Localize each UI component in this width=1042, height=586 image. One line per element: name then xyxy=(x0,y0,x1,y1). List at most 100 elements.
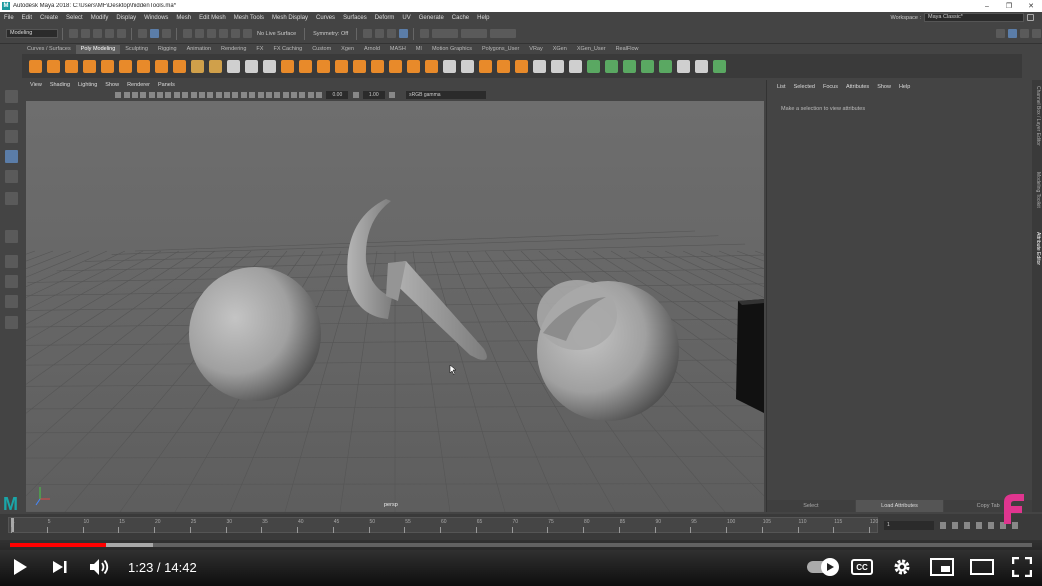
shelf-tab-custom[interactable]: Custom xyxy=(307,45,336,54)
rotate-tool-icon[interactable] xyxy=(5,170,18,183)
step-back-frame-icon[interactable] xyxy=(964,522,970,529)
attribute-editor-toggle-icon[interactable] xyxy=(1007,29,1017,38)
color-management-icon[interactable] xyxy=(388,92,395,98)
time-ruler[interactable]: 1 5 10 15 20 25 30 35 40 45 50 55 60 65 70 75 80 85 90 95 10… xyxy=(8,517,878,533)
menu-mesh[interactable]: Mesh xyxy=(172,15,195,21)
safe-title-icon[interactable] xyxy=(198,92,205,98)
shelf-tab-xgen[interactable]: Xgen xyxy=(336,45,359,54)
viewport-panel[interactable]: View Shading Lighting Show Renderer Panels xyxy=(26,80,764,512)
lights-icon[interactable] xyxy=(232,92,239,98)
shelf-tab-realflow[interactable]: RealFlow xyxy=(611,45,644,54)
poly-cube-icon[interactable] xyxy=(46,59,60,73)
dark-cube[interactable] xyxy=(736,299,764,413)
attr-menu-attributes[interactable]: Attributes xyxy=(842,84,873,90)
attr-menu-help[interactable]: Help xyxy=(895,84,914,90)
step-back-key-icon[interactable] xyxy=(952,522,958,529)
current-frame-field[interactable]: 1 xyxy=(884,521,934,530)
boolean-union-icon[interactable] xyxy=(280,59,294,73)
view-transform-dropdown[interactable]: sRGB gamma xyxy=(406,91,487,99)
input-field-icon[interactable] xyxy=(419,29,429,38)
menu-display[interactable]: Display xyxy=(112,15,140,21)
menu-set-dropdown[interactable]: Modeling xyxy=(6,29,58,38)
collapse-icon[interactable] xyxy=(514,59,528,73)
menu-windows[interactable]: Windows xyxy=(140,15,172,21)
isolate-select-icon[interactable] xyxy=(282,92,289,98)
video-progress-bar[interactable] xyxy=(10,543,1032,547)
play-forwards-icon[interactable] xyxy=(988,522,994,529)
shelf-tab-mi[interactable]: MI xyxy=(411,45,427,54)
resolution-gate-icon[interactable] xyxy=(165,92,172,98)
attr-menu-selected[interactable]: Selected xyxy=(790,84,819,90)
shelf-tab-vray[interactable]: VRay xyxy=(524,45,547,54)
fill-hole-icon[interactable] xyxy=(406,59,420,73)
uv-cut-icon[interactable] xyxy=(712,59,726,73)
menu-mesh-display[interactable]: Mesh Display xyxy=(268,15,312,21)
shadows-icon[interactable] xyxy=(240,92,247,98)
uv-layout-icon[interactable] xyxy=(676,59,690,73)
ambient-occlusion-icon[interactable] xyxy=(249,92,256,98)
poly-sphere-icon[interactable] xyxy=(28,59,42,73)
menu-file[interactable]: File xyxy=(0,15,18,21)
uv-cylindrical-icon[interactable] xyxy=(604,59,618,73)
xray-joints-icon[interactable] xyxy=(299,92,306,98)
quad-draw-icon[interactable] xyxy=(532,59,546,73)
select-hierarchy-icon[interactable] xyxy=(137,29,147,38)
make-live-icon[interactable] xyxy=(242,29,252,38)
render-settings-icon[interactable] xyxy=(398,29,408,38)
menu-create[interactable]: Create xyxy=(36,15,62,21)
outliner-layout-icon[interactable] xyxy=(5,316,18,329)
menu-select[interactable]: Select xyxy=(62,15,87,21)
undo-icon[interactable] xyxy=(104,29,114,38)
target-weld-icon[interactable] xyxy=(478,59,492,73)
extrude-icon[interactable] xyxy=(352,59,366,73)
menu-modify[interactable]: Modify xyxy=(87,15,113,21)
play-backwards-icon[interactable] xyxy=(976,522,982,529)
boolean-intersection-icon[interactable] xyxy=(316,59,330,73)
textured-icon[interactable] xyxy=(224,92,231,98)
history-icon[interactable] xyxy=(362,29,372,38)
snap-grid-icon[interactable] xyxy=(182,29,192,38)
snap-point-icon[interactable] xyxy=(206,29,216,38)
xray-components-icon[interactable] xyxy=(307,92,314,98)
uv-editor-icon[interactable] xyxy=(658,59,672,73)
shelf-tab-rendering[interactable]: Rendering xyxy=(216,45,251,54)
uv-unfold-icon[interactable] xyxy=(694,59,708,73)
workspace-dropdown[interactable]: Maya Classic* xyxy=(924,13,1024,22)
snap-view-icon[interactable] xyxy=(230,29,240,38)
poly-cone-icon[interactable] xyxy=(82,59,96,73)
platonic-solid-icon[interactable] xyxy=(154,59,168,73)
single-perspective-layout-icon[interactable] xyxy=(5,230,18,243)
viewport-menu-renderer[interactable]: Renderer xyxy=(123,82,154,88)
multi-cut-icon[interactable] xyxy=(442,59,456,73)
maximize-button[interactable]: ❐ xyxy=(998,0,1020,12)
x-field[interactable] xyxy=(431,29,458,38)
xray-icon[interactable] xyxy=(291,92,298,98)
film-gate-icon[interactable] xyxy=(157,92,164,98)
menu-generate[interactable]: Generate xyxy=(415,15,448,21)
render-frame-icon[interactable] xyxy=(374,29,384,38)
mute-button[interactable] xyxy=(80,552,120,582)
paint-select-tool-icon[interactable] xyxy=(5,130,18,143)
viewport-menu-shading[interactable]: Shading xyxy=(46,82,74,88)
camera-attributes-icon[interactable] xyxy=(123,92,130,98)
mirror-icon[interactable] xyxy=(334,59,348,73)
minimize-button[interactable]: – xyxy=(976,0,998,12)
live-surface-label[interactable]: No Live Surface xyxy=(257,31,296,37)
gamma-field[interactable]: 1.00 xyxy=(362,91,385,99)
persp-outliner-layout-icon[interactable] xyxy=(5,275,18,288)
viewport-menu-panels[interactable]: Panels xyxy=(154,82,179,88)
gate-mask-icon[interactable] xyxy=(173,92,180,98)
menu-uv[interactable]: UV xyxy=(398,15,414,21)
autoplay-toggle[interactable] xyxy=(802,552,842,582)
motion-blur-icon[interactable] xyxy=(257,92,264,98)
grid-toggle-icon[interactable] xyxy=(148,92,155,98)
captions-button[interactable]: CC xyxy=(842,552,882,582)
image-plane-icon[interactable] xyxy=(140,92,147,98)
sign-in-icon[interactable] xyxy=(995,29,1005,38)
shelf-tab-sculpting[interactable]: Sculpting xyxy=(120,45,153,54)
super-shape-icon[interactable] xyxy=(172,59,186,73)
safe-action-icon[interactable] xyxy=(190,92,197,98)
new-scene-icon[interactable] xyxy=(68,29,78,38)
3d-scene[interactable] xyxy=(26,101,764,512)
four-view-layout-icon[interactable] xyxy=(5,255,18,268)
